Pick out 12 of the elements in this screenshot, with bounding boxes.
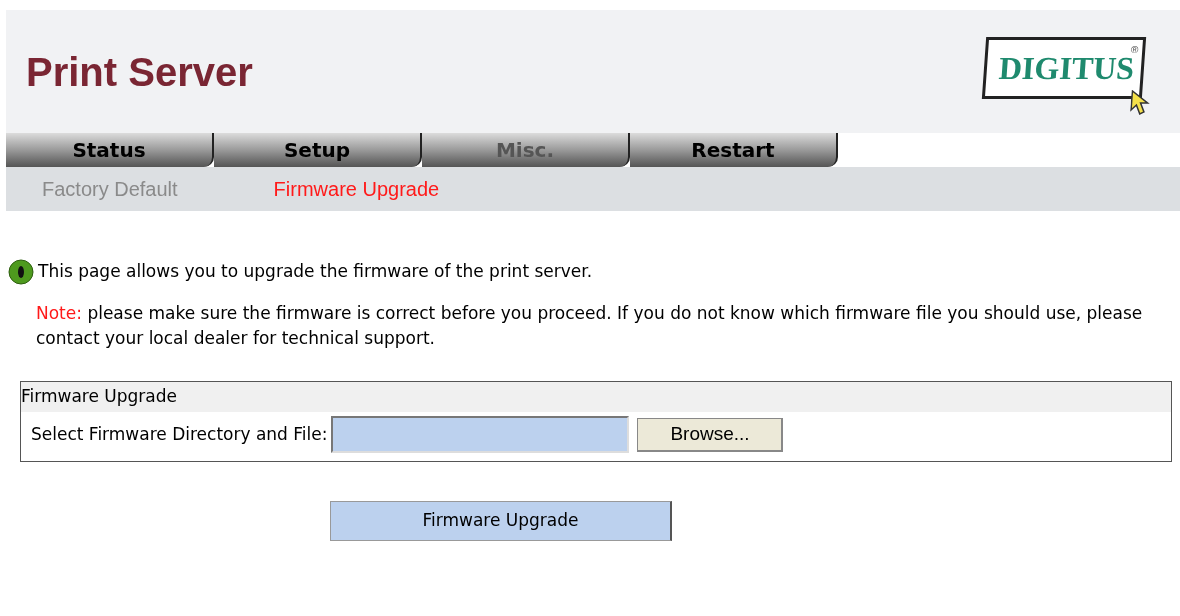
field-label: Select Firmware Directory and File:: [31, 422, 328, 446]
nav-tab[interactable]: Setup: [214, 133, 422, 167]
nav-tab[interactable]: Restart: [630, 133, 838, 167]
browse-button[interactable]: Browse...: [637, 417, 784, 452]
file-path-input[interactable]: [331, 416, 630, 453]
note-text: Note: please make sure the firmware is correct before you proceed. If you do not know which firmware file you should use, please contact your local dealer for technical support.: [36, 302, 1144, 350]
intro-text: This page allows you to upgrade the firmware of the print server.: [38, 260, 593, 284]
panel-header: Firmware Upgrade: [21, 382, 1171, 412]
page-title: Print Server: [26, 48, 253, 96]
nav-tab[interactable]: Status: [6, 133, 214, 167]
info-icon: [8, 259, 34, 285]
firmware-upgrade-button[interactable]: Firmware Upgrade: [330, 501, 672, 541]
